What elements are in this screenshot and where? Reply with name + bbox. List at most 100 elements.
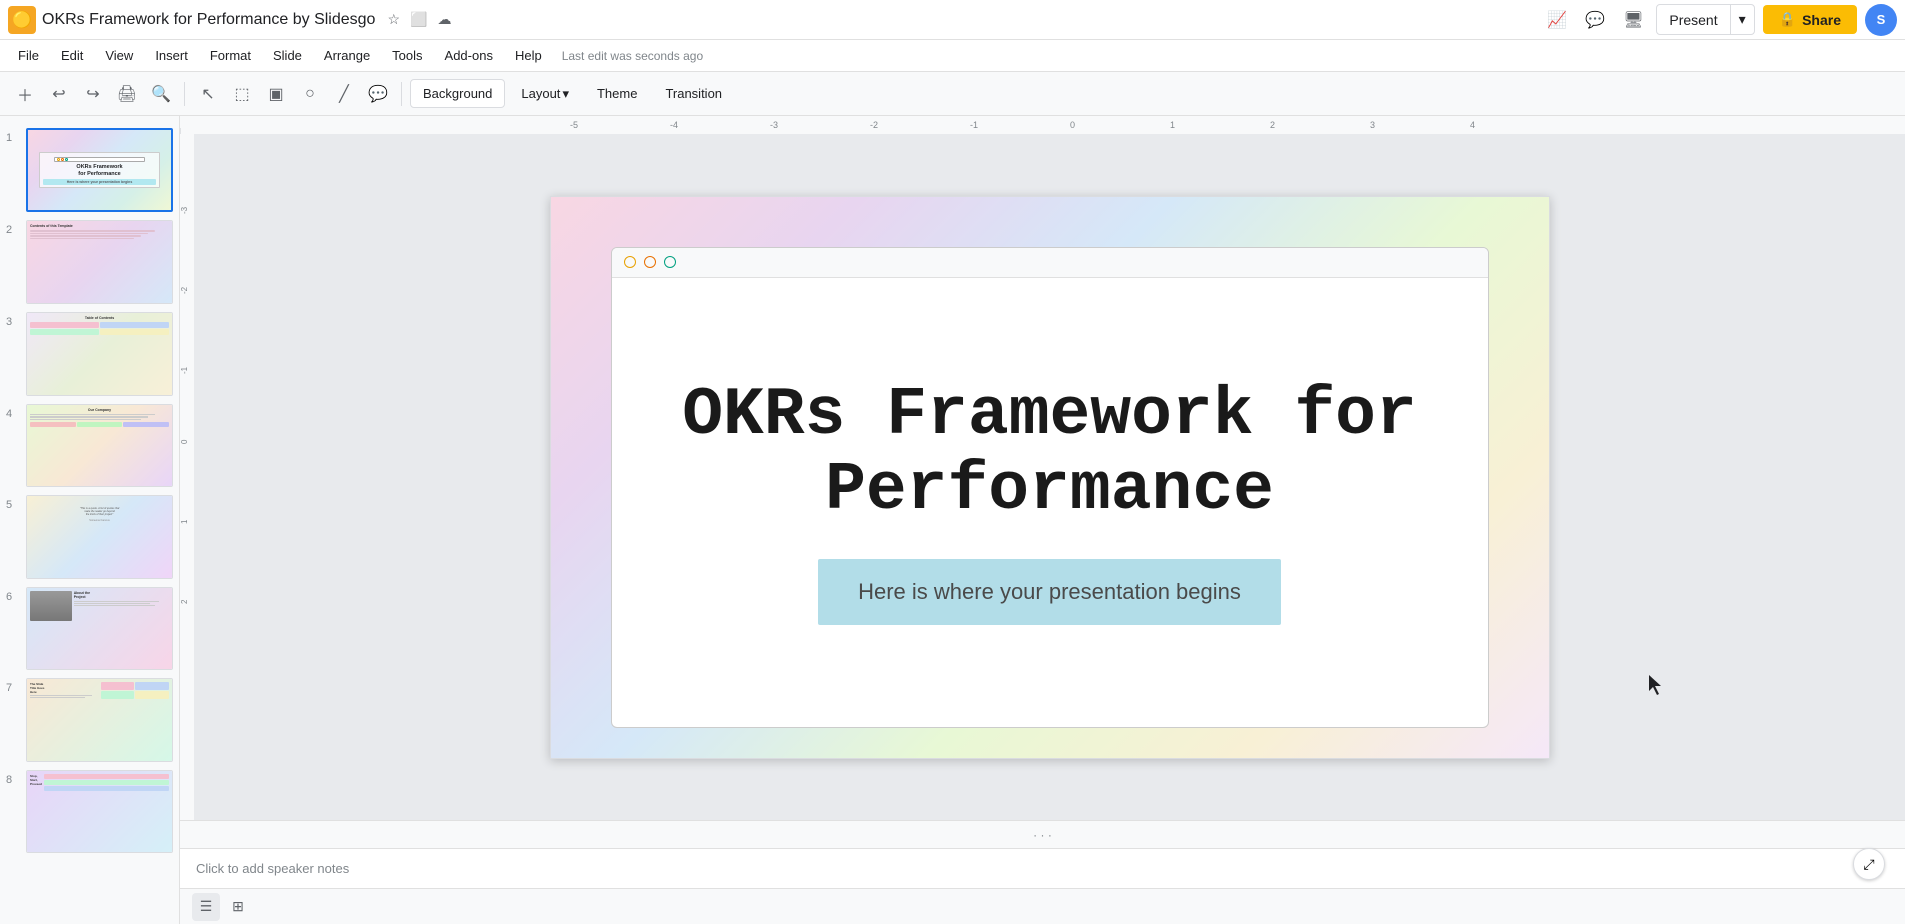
grid-view-button[interactable]: ⊞	[224, 893, 252, 921]
slide-thumb-wrapper-4: Our Company	[26, 404, 173, 488]
menu-view[interactable]: View	[95, 44, 143, 67]
menu-help[interactable]: Help	[505, 44, 552, 67]
save-icon[interactable]: ⬜	[410, 11, 427, 28]
slide-num-3: 3	[6, 316, 20, 328]
slide-num-1: 1	[6, 132, 20, 144]
menu-addons[interactable]: Add-ons	[435, 44, 503, 67]
svg-text:-5: -5	[570, 120, 578, 130]
slide-item-5[interactable]: 5 "This is a quote. A list of quotes tha…	[0, 491, 179, 583]
browser-content[interactable]: OKRs Framework for Performance Here is w…	[612, 278, 1488, 727]
transition-button[interactable]: Transition	[653, 80, 734, 107]
slide-item-2[interactable]: 2 Contents of this Template	[0, 216, 179, 308]
comment-icon[interactable]: 💬	[1580, 5, 1610, 35]
svg-text:3: 3	[1370, 120, 1375, 130]
svg-text:2: 2	[180, 599, 189, 604]
cloud-icon[interactable]: ☁	[437, 11, 451, 28]
menu-insert[interactable]: Insert	[145, 44, 198, 67]
present-arrow-icon[interactable]: ▾	[1730, 5, 1754, 34]
menu-format[interactable]: Format	[200, 44, 261, 67]
browser-dot-teal	[664, 256, 676, 268]
present-button[interactable]: Present ▾	[1656, 4, 1754, 35]
shape-button[interactable]: ○	[295, 79, 325, 109]
toolbar: ＋ ↩ ↪ 🖨 🔍 ↖ ⬚ ▣ ○ ╱ 💬 Background Layout …	[0, 72, 1905, 116]
cursor-button[interactable]: ↖	[193, 79, 223, 109]
zoom-button[interactable]: 🔍	[146, 79, 176, 109]
speaker-notes-placeholder[interactable]: Click to add speaker notes	[196, 861, 349, 876]
slide-thumb-wrapper-8: Stop,Start,Proceed	[26, 770, 173, 854]
print-button[interactable]: 🖨	[112, 79, 142, 109]
browser-dot-yellow	[624, 256, 636, 268]
share-button[interactable]: 🔒 Share	[1763, 5, 1857, 34]
trends-icon[interactable]: 📈	[1542, 5, 1572, 35]
slide-num-7: 7	[6, 682, 20, 694]
menu-edit[interactable]: Edit	[51, 44, 93, 67]
slide-item-8[interactable]: 8 Stop,Start,Proceed	[0, 766, 179, 858]
slide-subtitle-text: Here is where your presentation begins	[858, 579, 1241, 604]
slide-thumb-8: Stop,Start,Proceed	[27, 771, 172, 853]
menu-tools[interactable]: Tools	[382, 44, 432, 67]
svg-text:1: 1	[180, 519, 189, 524]
redo-button[interactable]: ↪	[78, 79, 108, 109]
cursor-indicator	[1649, 675, 1665, 700]
svg-text:-1: -1	[180, 366, 189, 374]
slide-main-title[interactable]: OKRs Framework for Performance	[632, 379, 1468, 529]
document-title: OKRs Framework for Performance by Slides…	[42, 11, 375, 29]
slide-thumb-5: "This is a quote. A list of quotes thatm…	[27, 496, 172, 578]
zoom-fit-button[interactable]: ⤢	[1853, 848, 1885, 880]
theme-button[interactable]: Theme	[585, 80, 649, 107]
slide-thumb-wrapper-1: OKRs Frameworkfor Performance Here is wh…	[26, 128, 173, 212]
slide-item-4[interactable]: 4 Our Company	[0, 400, 179, 492]
avatar[interactable]: S	[1865, 4, 1897, 36]
view-bottombar: ☰ ⊞	[180, 888, 1905, 924]
lock-icon: 🔒	[1779, 11, 1796, 28]
textbox-button[interactable]: ⬚	[227, 79, 257, 109]
slide-thumb-wrapper-2: Contents of this Template	[26, 220, 173, 304]
present-label[interactable]: Present	[1657, 6, 1729, 34]
app-icon: 🟡	[8, 6, 36, 34]
image-button[interactable]: ▣	[261, 79, 291, 109]
last-edit-label: Last edit was seconds ago	[562, 49, 703, 63]
undo-button[interactable]: ↩	[44, 79, 74, 109]
slide-num-2: 2	[6, 224, 20, 236]
svg-text:0: 0	[1070, 120, 1075, 130]
menu-slide[interactable]: Slide	[263, 44, 312, 67]
slide-item-6[interactable]: 6 About theProject	[0, 583, 179, 675]
slide-canvas[interactable]: OKRs Framework for Performance Here is w…	[550, 196, 1550, 759]
star-icon[interactable]: ☆	[387, 11, 400, 28]
background-button[interactable]: Background	[410, 79, 505, 108]
line-button[interactable]: ╱	[329, 79, 359, 109]
comment-tool-button[interactable]: 💬	[363, 79, 393, 109]
slide-thumb-wrapper-7: The SlideTitle GoesHere	[26, 678, 173, 762]
slide-panel: 1 OKRs Frameworkfor Performance Here is …	[0, 116, 180, 924]
slide-thumb-wrapper-5: "This is a quote. A list of quotes thatm…	[26, 495, 173, 579]
slide-item-7[interactable]: 7 The SlideTitle GoesHere	[0, 674, 179, 766]
svg-text:1: 1	[1170, 120, 1175, 130]
divider2	[401, 82, 402, 106]
slide-num-6: 6	[6, 591, 20, 603]
menu-file[interactable]: File	[8, 44, 49, 67]
slide-item-3[interactable]: 3 Table of Contents	[0, 308, 179, 400]
svg-text:0: 0	[180, 439, 189, 444]
topbar-actions: 📈 💬 🖥 Present ▾ 🔒 Share S	[1542, 4, 1897, 36]
add-button[interactable]: ＋	[10, 79, 40, 109]
menu-arrange[interactable]: Arrange	[314, 44, 380, 67]
svg-text:-4: -4	[670, 120, 678, 130]
svg-text:4: 4	[1470, 120, 1475, 130]
menu-bar: File Edit View Insert Format Slide Arran…	[0, 40, 1905, 72]
editor-area: -5 -4 -3 -2 -1 0 1 2 3 4 -3 -2 -1 0	[180, 116, 1905, 924]
slide-num-8: 8	[6, 774, 20, 786]
main-area: 1 OKRs Frameworkfor Performance Here is …	[0, 116, 1905, 924]
filmstrip-view-button[interactable]: ☰	[192, 893, 220, 921]
divider1	[184, 82, 185, 106]
slide-thumb-3: Table of Contents	[27, 313, 172, 395]
slide-subtitle-box[interactable]: Here is where your presentation begins	[818, 559, 1281, 625]
slide-thumb-2: Contents of this Template	[27, 221, 172, 303]
slideshow-icon[interactable]: 🖥	[1618, 5, 1648, 35]
layout-button[interactable]: Layout ▾	[509, 80, 581, 108]
canvas-wrapper[interactable]: OKRs Framework for Performance Here is w…	[194, 134, 1905, 820]
browser-frame: OKRs Framework for Performance Here is w…	[611, 247, 1489, 728]
slide-item-1[interactable]: 1 OKRs Frameworkfor Performance Here is …	[0, 124, 179, 216]
slide-thumb-wrapper-3: Table of Contents	[26, 312, 173, 396]
slide-thumb-1: OKRs Frameworkfor Performance Here is wh…	[28, 130, 171, 210]
speaker-notes[interactable]: Click to add speaker notes	[180, 848, 1905, 888]
